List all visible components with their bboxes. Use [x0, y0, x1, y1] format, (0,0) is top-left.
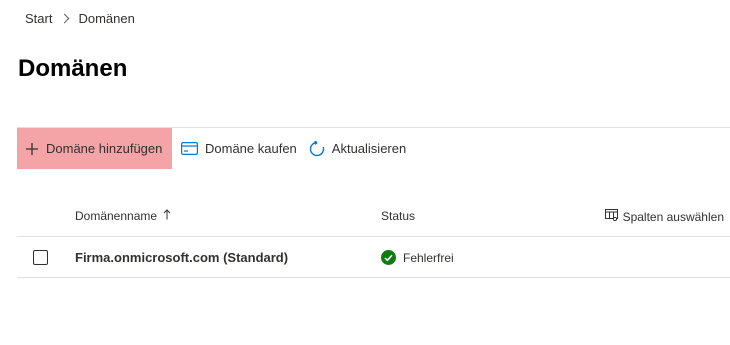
domains-table: Domänenname Status Spalten auswählen Fir… — [17, 197, 730, 278]
chevron-right-icon — [60, 13, 70, 24]
domains-page: Start Domänen Domänen Domäne hinzufügen … — [0, 0, 730, 345]
refresh-icon — [309, 140, 325, 157]
column-header-domain-name-label: Domänenname — [75, 209, 158, 223]
arrow-up-icon — [163, 209, 171, 223]
checkmark-circle-icon — [381, 250, 396, 265]
page-title: Domänen — [18, 55, 128, 82]
buy-domain-label: Domäne kaufen — [205, 141, 297, 156]
table-row[interactable]: Firma.onmicrosoft.com (Standard) Fehlerf… — [17, 237, 730, 278]
command-bar: Domäne hinzufügen Domäne kaufen Aktualis… — [17, 127, 730, 169]
column-header-status[interactable]: Status — [381, 209, 415, 223]
refresh-button[interactable]: Aktualisieren — [304, 128, 411, 169]
choose-columns-button[interactable]: Spalten auswählen — [604, 209, 724, 224]
breadcrumb: Start Domänen — [25, 11, 135, 26]
status-label: Fehlerfrei — [403, 250, 454, 265]
plus-icon — [25, 142, 39, 156]
row-checkbox[interactable] — [33, 250, 48, 265]
domain-name-cell[interactable]: Firma.onmicrosoft.com (Standard) — [75, 250, 288, 265]
refresh-label: Aktualisieren — [331, 141, 407, 156]
column-header-domain-name[interactable]: Domänenname — [75, 209, 171, 223]
columns-icon — [604, 209, 618, 224]
buy-domain-button[interactable]: Domäne kaufen — [176, 128, 302, 169]
status-cell: Fehlerfrei — [381, 250, 454, 265]
table-header: Domänenname Status Spalten auswählen — [17, 197, 730, 237]
breadcrumb-current: Domänen — [78, 11, 135, 26]
breadcrumb-start[interactable]: Start — [25, 11, 52, 26]
choose-columns-label: Spalten auswählen — [622, 209, 724, 224]
add-domain-button[interactable]: Domäne hinzufügen — [17, 128, 172, 169]
add-domain-label: Domäne hinzufügen — [46, 141, 163, 156]
card-icon — [181, 142, 198, 155]
